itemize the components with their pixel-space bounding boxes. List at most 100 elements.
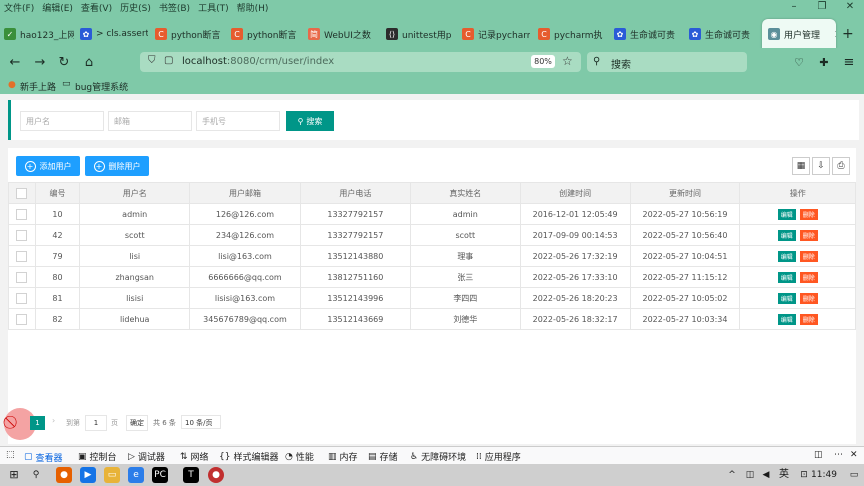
close-window-icon[interactable]: ✕	[836, 0, 864, 14]
menu-tools[interactable]: 工具(T)	[198, 1, 229, 14]
search-button[interactable]: ⚲ 搜索	[286, 111, 334, 131]
tab-life-2[interactable]: ✿ 生命诚可贵	[689, 19, 757, 49]
firefox-icon[interactable]: ●	[56, 467, 72, 483]
edit-button[interactable]: 编辑	[777, 313, 796, 325]
pycharm-icon[interactable]: PC	[152, 467, 168, 483]
email-input[interactable]	[109, 112, 191, 130]
star-icon[interactable]: ☆	[562, 54, 573, 68]
pick-element-icon[interactable]: ⬚	[6, 450, 15, 460]
delete-button[interactable]: 删除	[799, 229, 818, 241]
pager-next-icon[interactable]: ›	[52, 416, 55, 425]
windows-start-icon[interactable]: ⊞	[6, 467, 22, 483]
edit-button[interactable]: 编辑	[777, 208, 796, 220]
home-icon[interactable]: ⌂	[80, 54, 98, 72]
username-field[interactable]	[20, 111, 104, 131]
ime-indicator[interactable]: 英	[776, 467, 792, 483]
edit-button[interactable]: 编辑	[777, 229, 796, 241]
zoom-level[interactable]: 80%	[531, 55, 555, 68]
clock[interactable]: 11:49	[804, 467, 844, 483]
select-all-checkbox[interactable]	[8, 182, 36, 204]
forward-arrow-icon[interactable]: →	[31, 54, 49, 72]
username-input[interactable]	[21, 112, 103, 130]
tab-cls-assert[interactable]: ✿ > cls.assert	[80, 19, 148, 49]
edit-button[interactable]: 编辑	[777, 250, 796, 262]
delete-button[interactable]: 删除	[799, 208, 818, 220]
row-checkbox[interactable]	[8, 245, 36, 267]
web-search-box[interactable]: ⚲ 搜索	[587, 52, 747, 72]
menu-bookmarks[interactable]: 书签(B)	[159, 1, 190, 14]
print-icon[interactable]: ⎙	[832, 157, 850, 175]
app-icon[interactable]: ▶	[80, 467, 96, 483]
file-explorer-icon[interactable]: ▭	[104, 467, 120, 483]
tab-pycharm-exec[interactable]: Cpycharm执	[538, 19, 606, 49]
pager-confirm-button[interactable]: 确定	[126, 415, 148, 431]
delete-button[interactable]: 删除	[799, 250, 818, 262]
edit-button[interactable]: 编辑	[777, 271, 796, 283]
minimize-icon[interactable]: –	[780, 0, 808, 14]
add-user-button[interactable]: + 添加用户	[16, 156, 80, 176]
notification-icon[interactable]: ▭	[846, 467, 862, 483]
edge-icon[interactable]: e	[128, 467, 144, 483]
bookmark-bug-system[interactable]: bug管理系统	[75, 80, 128, 93]
devtools-tab-network[interactable]: ⇅ 网络	[180, 450, 209, 464]
row-checkbox[interactable]	[8, 203, 36, 225]
row-checkbox[interactable]	[8, 308, 36, 330]
edit-button[interactable]: 编辑	[777, 292, 796, 304]
close-tab-icon[interactable]: ✕	[834, 28, 836, 41]
pager-page-input[interactable]: 1	[85, 415, 107, 431]
tab-python-assert-1[interactable]: Cpython断言	[155, 19, 223, 49]
menu-help[interactable]: 帮助(H)	[237, 1, 269, 14]
menu-file[interactable]: 文件(F)	[4, 1, 34, 14]
email-field[interactable]	[108, 111, 192, 131]
devtools-tab-memory[interactable]: ▥ 内存	[328, 450, 358, 464]
delete-button[interactable]: 删除	[799, 292, 818, 304]
maximize-icon[interactable]: ❐	[808, 0, 836, 14]
tab-python-assert-2[interactable]: Cpython断言	[231, 19, 299, 49]
menu-edit[interactable]: 编辑(E)	[42, 1, 73, 14]
tab-webui[interactable]: 简 WebUI之数	[308, 19, 376, 49]
bookmark-getting-started[interactable]: 新手上路	[20, 80, 56, 93]
delete-button[interactable]: 删除	[799, 313, 818, 325]
pager-size-select[interactable]: 10 条/页	[181, 415, 221, 429]
delete-user-button[interactable]: + 删除用户	[85, 156, 149, 176]
back-arrow-icon[interactable]: ←	[6, 54, 24, 72]
dock-icon[interactable]: ◫	[814, 450, 823, 460]
tab-user-management[interactable]: ◉ 用户管理 ✕	[762, 19, 836, 49]
phone-input[interactable]	[197, 112, 279, 130]
phone-field[interactable]	[196, 111, 280, 131]
address-bar[interactable]: ⛉ ▢ localhost:8080/crm/user/index 80% ☆	[140, 52, 581, 72]
volume-icon[interactable]: ◀	[758, 467, 774, 483]
close-devtools-icon[interactable]: ✕	[850, 450, 858, 460]
record-icon[interactable]: ●	[208, 467, 224, 483]
devtools-tab-console[interactable]: ▣ 控制台	[78, 450, 117, 464]
export-icon[interactable]: ⇩	[812, 157, 830, 175]
hamburger-menu-icon[interactable]: ≡	[840, 54, 858, 72]
columns-filter-icon[interactable]: ▦	[792, 157, 810, 175]
devtools-tab-accessibility[interactable]: ♿ 无障碍环境	[410, 450, 466, 464]
extensions-icon[interactable]: ✚	[815, 54, 833, 72]
search-icon[interactable]: ⚲	[28, 467, 44, 483]
devtools-tab-storage[interactable]: ▤ 存储	[368, 450, 398, 464]
row-checkbox[interactable]	[8, 287, 36, 309]
devtools-tab-style-editor[interactable]: {} 样式编辑器	[219, 450, 278, 464]
network-tray-icon[interactable]: ◫	[742, 467, 758, 483]
more-options-icon[interactable]: ⋯	[834, 450, 843, 460]
pocket-icon[interactable]: ♡	[790, 54, 808, 72]
tab-unittest[interactable]: ⟨⟩ unittest用p	[386, 19, 454, 49]
devtools-tab-performance[interactable]: ◔ 性能	[285, 450, 314, 464]
tab-pycharm-record[interactable]: C 记录pycharm	[462, 19, 530, 49]
row-checkbox[interactable]	[8, 266, 36, 288]
tab-life-1[interactable]: ✿ 生命诚可贵	[614, 19, 682, 49]
reload-icon[interactable]: ↻	[55, 54, 73, 72]
devtools-tab-application[interactable]: ⁞⁞ 应用程序	[476, 450, 521, 464]
pager-current-page[interactable]: 1	[30, 416, 45, 430]
tray-expand-icon[interactable]: ^	[724, 467, 740, 483]
devtools-tab-debugger[interactable]: ▷ 调试器	[128, 450, 165, 464]
typora-icon[interactable]: T	[183, 467, 199, 483]
delete-button[interactable]: 删除	[799, 271, 818, 283]
menu-history[interactable]: 历史(S)	[120, 1, 151, 14]
menu-view[interactable]: 查看(V)	[81, 1, 112, 14]
row-checkbox[interactable]	[8, 224, 36, 246]
tab-hao123[interactable]: ✓ hao123_上网	[4, 19, 74, 49]
new-tab-button[interactable]: +	[842, 19, 862, 49]
